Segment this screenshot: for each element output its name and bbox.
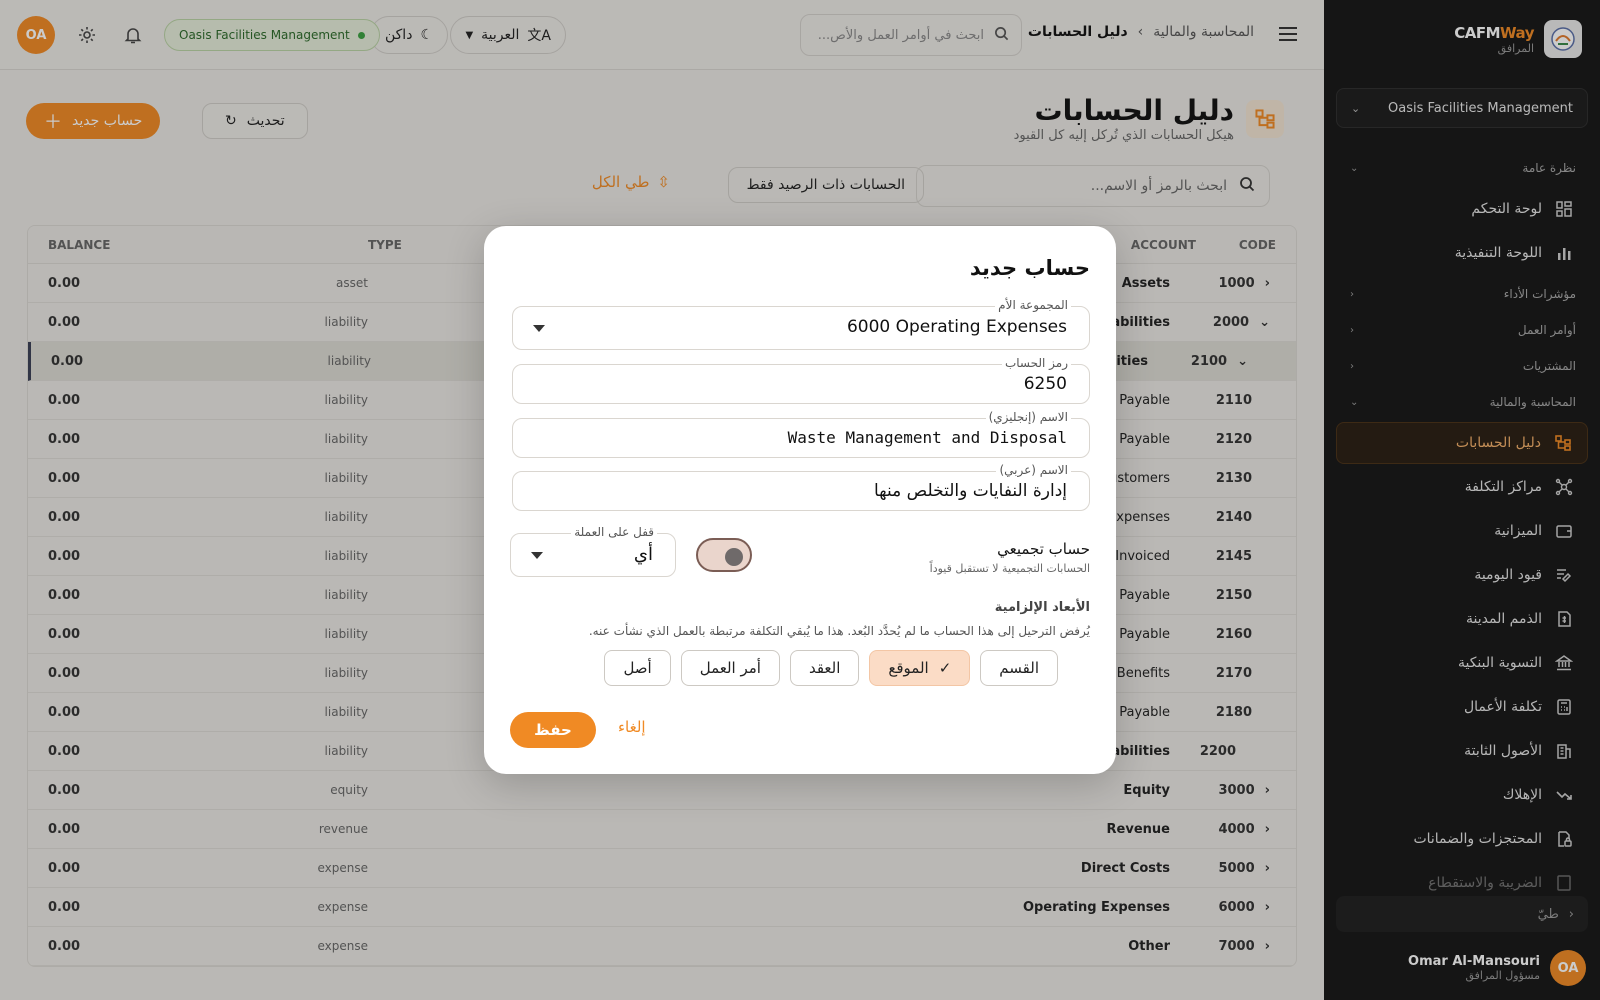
caret-down-icon bbox=[531, 552, 543, 559]
chip-division[interactable]: القسم bbox=[980, 650, 1058, 686]
aggregate-label: حساب تجميعي bbox=[997, 540, 1090, 558]
dimensions-title: الأبعاد الإلزامية bbox=[994, 600, 1090, 615]
chip-asset[interactable]: أصل bbox=[604, 650, 671, 686]
chip-contract[interactable]: العقد bbox=[789, 650, 860, 686]
chip-workorder[interactable]: أمر العمل bbox=[680, 650, 780, 686]
parent-group-select[interactable]: المجموعة الأم 6000 Operating Expenses bbox=[512, 298, 1090, 350]
currency-lock-value: أي bbox=[633, 544, 653, 565]
save-button[interactable]: حفظ bbox=[510, 712, 596, 748]
check-icon: ✓ bbox=[938, 659, 952, 677]
chip-site[interactable]: ✓ الموقع bbox=[869, 650, 971, 686]
name-ar-label: الاسم (عربي) bbox=[996, 463, 1071, 477]
account-code-value: 6250 bbox=[1023, 374, 1067, 394]
caret-down-icon bbox=[533, 325, 545, 332]
name-en-input[interactable]: الاسم (إنجليزي) Waste Management and Dis… bbox=[512, 410, 1090, 458]
name-en-label: الاسم (إنجليزي) bbox=[985, 410, 1071, 424]
dialog-title: حساب جديد bbox=[969, 256, 1090, 280]
name-en-value: Waste Management and Disposal bbox=[787, 428, 1067, 447]
name-ar-value: إدارة النفايات والتخلص منها bbox=[874, 481, 1067, 501]
toggle-knob bbox=[725, 548, 743, 566]
aggregate-toggle[interactable] bbox=[696, 538, 752, 572]
currency-lock-select[interactable]: قفل على العملة أي bbox=[510, 525, 676, 577]
name-ar-input[interactable]: الاسم (عربي) إدارة النفايات والتخلص منها bbox=[512, 463, 1090, 511]
parent-group-value: 6000 Operating Expenses bbox=[846, 317, 1067, 337]
cancel-button[interactable]: إلغاء bbox=[618, 718, 646, 736]
account-code-label: رمز الحساب bbox=[1001, 356, 1071, 370]
dimensions-description: يُرفض الترحيل إلى هذا الحساب ما لم يُحدَ… bbox=[588, 624, 1090, 638]
parent-group-label: المجموعة الأم bbox=[995, 298, 1071, 312]
currency-lock-label: قفل على العملة bbox=[571, 525, 657, 539]
new-account-dialog: حساب جديد المجموعة الأم 6000 Operating E… bbox=[484, 226, 1116, 774]
aggregate-hint: الحسابات التجميعية لا تستقبل قيوداً bbox=[929, 562, 1090, 575]
dimension-chips: القسم ✓ الموقع العقد أمر العمل أصل bbox=[604, 650, 1058, 686]
account-code-input[interactable]: رمز الحساب 6250 bbox=[512, 356, 1090, 404]
